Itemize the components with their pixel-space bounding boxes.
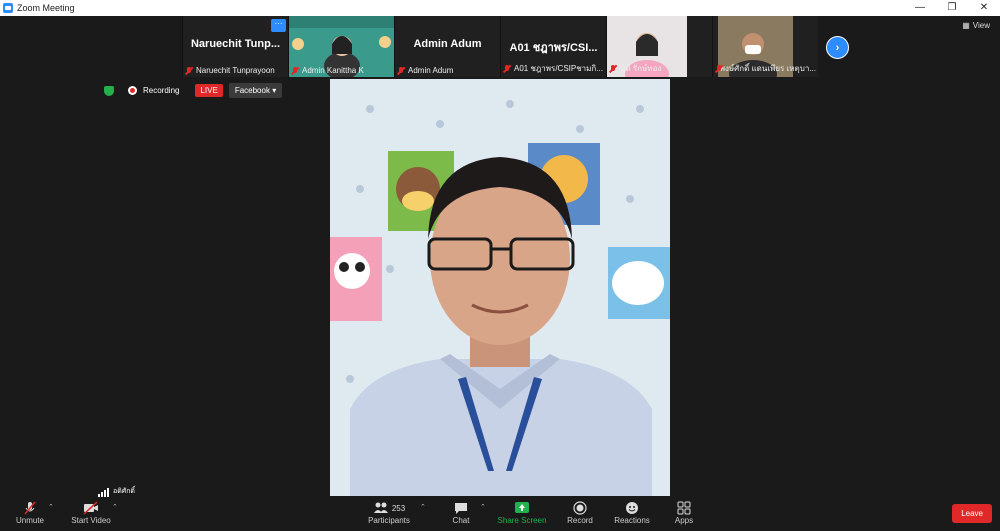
participant-strip: ··· Naruechit Tunp... Naruechit Tunprayo… bbox=[182, 16, 818, 77]
video-off-icon bbox=[83, 501, 98, 515]
close-icon[interactable]: ✕ bbox=[968, 0, 1000, 16]
participant-name: นิติ รักษ์ทอง bbox=[620, 64, 662, 73]
live-badge[interactable]: LIVE bbox=[195, 84, 223, 97]
participants-icon bbox=[373, 502, 388, 513]
participant-big-name: Admin Adum bbox=[413, 38, 482, 50]
participants-count: 253 bbox=[391, 503, 406, 513]
shield-icon[interactable] bbox=[104, 85, 114, 96]
participant-name: A01 ชฎาพร/CSIPชามกิ... bbox=[514, 64, 603, 73]
recording-status-row: Recording LIVE Facebook ▾ bbox=[104, 83, 283, 98]
mic-muted-icon bbox=[397, 66, 405, 75]
participants-options-caret[interactable]: ⌃ bbox=[420, 503, 426, 511]
participant-tile[interactable]: พงษ์ศักดิ์ แดนเพียร เหตุบา... bbox=[712, 16, 818, 77]
participant-name: Admin Adum bbox=[408, 66, 454, 75]
participant-tile[interactable]: Admin Kanittha K bbox=[288, 16, 394, 77]
meeting-toolbar: Unmute ⌃ Start Video ⌃ 253 Participants … bbox=[0, 497, 1000, 531]
minimize-icon[interactable]: — bbox=[904, 0, 936, 16]
participant-tile[interactable]: A01 ชฎาพร/CSI... A01 ชฎาพร/CSIPชามกิ... bbox=[500, 16, 606, 77]
window-title: Zoom Meeting bbox=[17, 3, 75, 13]
maximize-icon[interactable]: ❐ bbox=[936, 0, 968, 16]
unmute-button[interactable]: Unmute bbox=[10, 500, 50, 525]
next-page-button[interactable]: › bbox=[826, 36, 849, 59]
participant-tile[interactable]: นิติ รักษ์ทอง bbox=[606, 16, 712, 77]
start-video-button[interactable]: Start Video bbox=[66, 500, 116, 525]
chat-options-caret[interactable]: ⌃ bbox=[480, 503, 486, 511]
chevron-right-icon: › bbox=[835, 41, 840, 54]
mic-muted-icon bbox=[24, 501, 36, 515]
share-screen-button[interactable]: Share Screen bbox=[496, 500, 548, 525]
share-screen-icon bbox=[515, 502, 529, 513]
view-grid-icon: ▦ bbox=[962, 21, 970, 30]
chat-icon bbox=[455, 503, 467, 514]
signal-bars-icon bbox=[98, 488, 109, 497]
caret-down-icon: ▾ bbox=[272, 86, 277, 95]
view-button[interactable]: ▦ View bbox=[962, 21, 990, 30]
mic-muted-icon bbox=[715, 64, 721, 73]
video-options-caret[interactable]: ⌃ bbox=[112, 503, 118, 511]
participant-name: Naruechit Tunprayoon bbox=[196, 66, 275, 75]
participants-button[interactable]: 253 Participants bbox=[364, 500, 414, 525]
participant-tile[interactable]: ··· Naruechit Tunp... Naruechit Tunprayo… bbox=[182, 16, 288, 77]
active-speaker-video bbox=[330, 79, 670, 496]
apps-button[interactable]: Apps bbox=[670, 500, 698, 525]
mic-muted-icon bbox=[291, 66, 299, 75]
chat-button[interactable]: Chat bbox=[446, 500, 476, 525]
participant-tile[interactable]: Admin Adum Admin Adum bbox=[394, 16, 500, 77]
reactions-button[interactable]: Reactions bbox=[612, 500, 652, 525]
participant-big-name: Naruechit Tunp... bbox=[190, 38, 281, 50]
record-icon bbox=[573, 501, 587, 515]
mic-muted-icon bbox=[609, 64, 617, 73]
recording-label: Recording bbox=[143, 86, 180, 95]
mic-muted-icon bbox=[503, 64, 511, 73]
apps-icon bbox=[677, 501, 691, 515]
participant-name: พงษ์ศักดิ์ แดนเพียร เหตุบา... bbox=[719, 64, 816, 73]
mic-muted-icon bbox=[185, 66, 193, 75]
record-indicator-icon bbox=[128, 86, 137, 95]
title-bar: Zoom Meeting — ❐ ✕ bbox=[0, 0, 1000, 16]
zoom-app-icon bbox=[3, 3, 13, 13]
stream-target-dropdown[interactable]: Facebook ▾ bbox=[228, 83, 283, 98]
more-options-icon[interactable]: ··· bbox=[271, 19, 286, 32]
record-button[interactable]: Record bbox=[564, 500, 596, 525]
participant-big-name: A01 ชฎาพร/CSI... bbox=[509, 42, 598, 54]
participant-name: Admin Kanittha K bbox=[302, 66, 364, 75]
leave-button[interactable]: Leave bbox=[952, 504, 992, 523]
audio-options-caret[interactable]: ⌃ bbox=[48, 503, 54, 511]
network-signal: อดิศักดิ์ bbox=[98, 486, 135, 497]
window-controls: — ❐ ✕ bbox=[904, 0, 1000, 16]
reactions-icon bbox=[626, 502, 638, 514]
